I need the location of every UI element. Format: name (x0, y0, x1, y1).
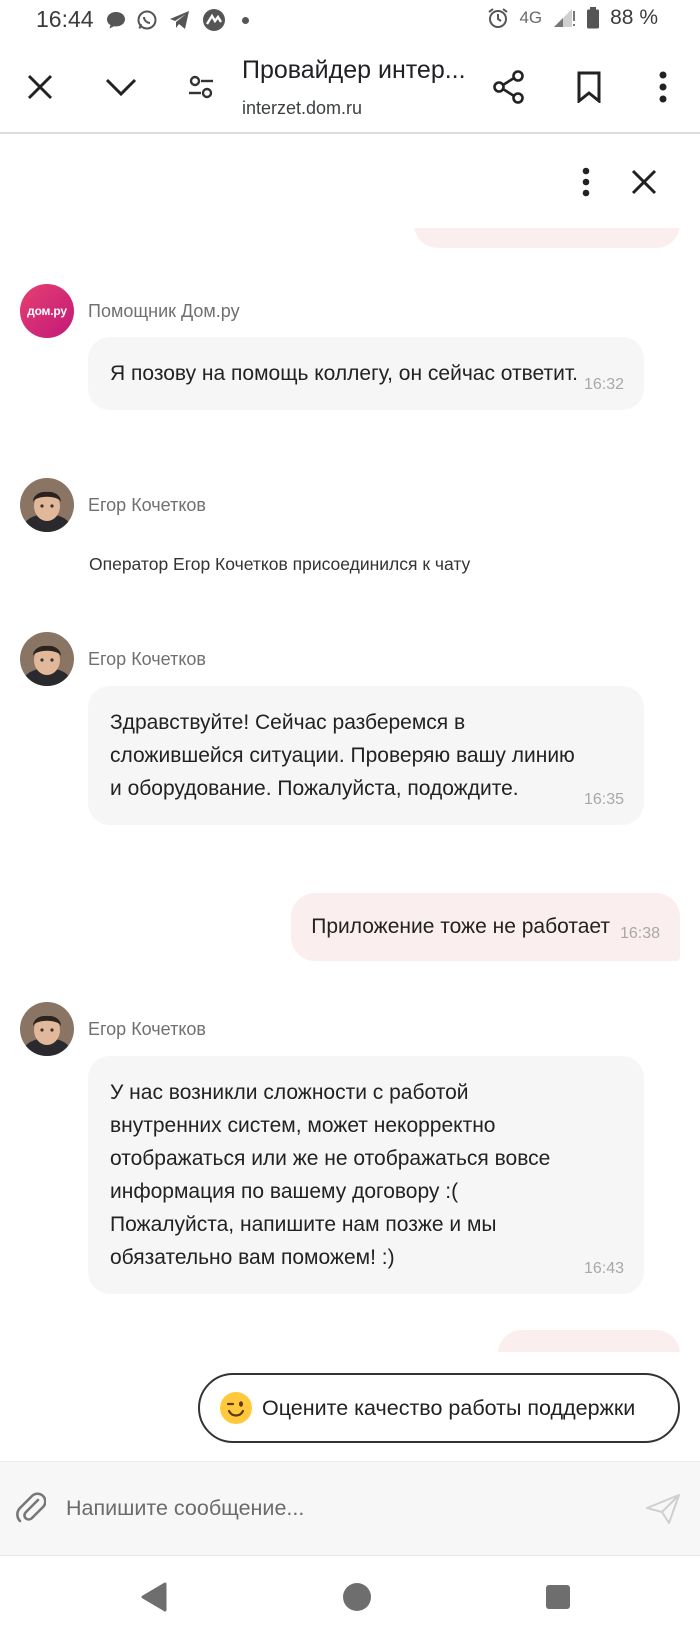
signal-icon (554, 9, 576, 27)
recents-square-icon (546, 1585, 570, 1609)
avatar-bot: дом.ру (20, 284, 74, 338)
home-button[interactable] (334, 1574, 380, 1620)
chat-menu-button[interactable] (563, 159, 609, 205)
app-icon (203, 9, 225, 31)
page-title: Провайдер интер... (242, 56, 466, 84)
close-tab-button[interactable] (17, 64, 63, 110)
alarm-icon (488, 8, 509, 28)
message-time: 16:38 (619, 925, 660, 942)
message-text: У нас возникли сложности с работой внутр… (110, 1081, 551, 1269)
send-button[interactable] (640, 1486, 686, 1532)
bookmark-icon (577, 71, 601, 103)
tune-icon (189, 75, 213, 99)
message-text: Я позову на помощь коллегу, он сейчас от… (110, 362, 578, 385)
network-type: 4G (519, 8, 543, 27)
home-circle-icon (343, 1583, 371, 1611)
page-url[interactable]: interzet.dom.ru (242, 98, 362, 119)
close-icon (27, 74, 53, 100)
winking-face-icon (220, 1392, 252, 1424)
status-bar: 16:44 4G 88 % (0, 0, 700, 42)
system-icons: 4G 88 % (487, 6, 658, 30)
more-vertical-icon (659, 71, 667, 103)
message-text: Приложение тоже не работает (311, 915, 610, 938)
share-button[interactable] (486, 64, 532, 110)
rate-support-button[interactable]: Оцените качество работы поддержки (198, 1373, 680, 1443)
sent-message-bubble-partial (498, 1330, 680, 1352)
site-settings-button[interactable] (178, 64, 224, 110)
paperclip-icon (16, 1492, 46, 1523)
sender-name: Помощник Дом.ру (88, 301, 240, 321)
operator-photo (20, 632, 74, 686)
send-icon (646, 1494, 680, 1524)
received-message-bubble: Я позову на помощь коллегу, он сейчас от… (88, 337, 644, 410)
message-composer (0, 1461, 700, 1555)
status-time: 16:44 (36, 6, 94, 32)
rate-support-label: Оцените качество работы поддержки (262, 1395, 636, 1420)
avatar-operator (20, 1002, 74, 1056)
chat-messages[interactable]: дом.ру Помощник Дом.ру Я позову на помощ… (0, 228, 700, 1352)
bookmark-button[interactable] (566, 64, 612, 110)
message-bubble-icon (107, 12, 125, 29)
more-notifications-dot (242, 16, 249, 24)
system-message: Оператор Егор Кочетков присоединился к ч… (89, 554, 471, 574)
battery-level: 88 % (610, 6, 658, 29)
browser-toolbar: Провайдер интер... interzet.dom.ru (0, 42, 700, 134)
more-vertical-icon (582, 167, 590, 197)
telegram-icon (170, 11, 189, 29)
recents-button[interactable] (535, 1574, 581, 1620)
avatar-operator (20, 478, 74, 532)
avatar-operator (20, 632, 74, 686)
notification-icons (106, 8, 249, 32)
system-navigation-bar (0, 1555, 700, 1635)
sender-name: Егор Кочетков (88, 1019, 206, 1039)
whatsapp-icon (137, 10, 157, 30)
sent-message-bubble: Приложение тоже не работает 16:38 (291, 893, 680, 961)
operator-photo (20, 1002, 74, 1056)
message-text: Здравствуйте! Сейчас разберемся в сложив… (110, 711, 575, 800)
sender-name: Егор Кочетков (88, 649, 206, 669)
chat-close-button[interactable] (621, 159, 667, 205)
browser-menu-button[interactable] (640, 64, 686, 110)
chevron-down-icon (105, 78, 137, 97)
message-input[interactable] (66, 1484, 626, 1532)
sender-name: Егор Кочетков (88, 495, 206, 515)
close-icon (631, 169, 657, 195)
minimize-button[interactable] (98, 64, 144, 110)
attach-button[interactable] (10, 1486, 52, 1530)
message-time: 16:35 (583, 791, 624, 808)
battery-icon (587, 7, 600, 29)
brand-logo: дом.ру (27, 304, 67, 318)
message-time: 16:43 (583, 1260, 624, 1277)
operator-photo (20, 478, 74, 532)
received-message-bubble: У нас возникли сложности с работой внутр… (88, 1056, 644, 1294)
received-message-bubble: Здравствуйте! Сейчас разберемся в сложив… (88, 686, 644, 825)
back-button[interactable] (131, 1574, 177, 1620)
back-triangle-icon (141, 1582, 167, 1612)
sent-message-bubble-partial (414, 228, 680, 248)
chat-header (0, 136, 700, 228)
share-icon (493, 70, 524, 104)
message-time: 16:32 (583, 376, 624, 393)
